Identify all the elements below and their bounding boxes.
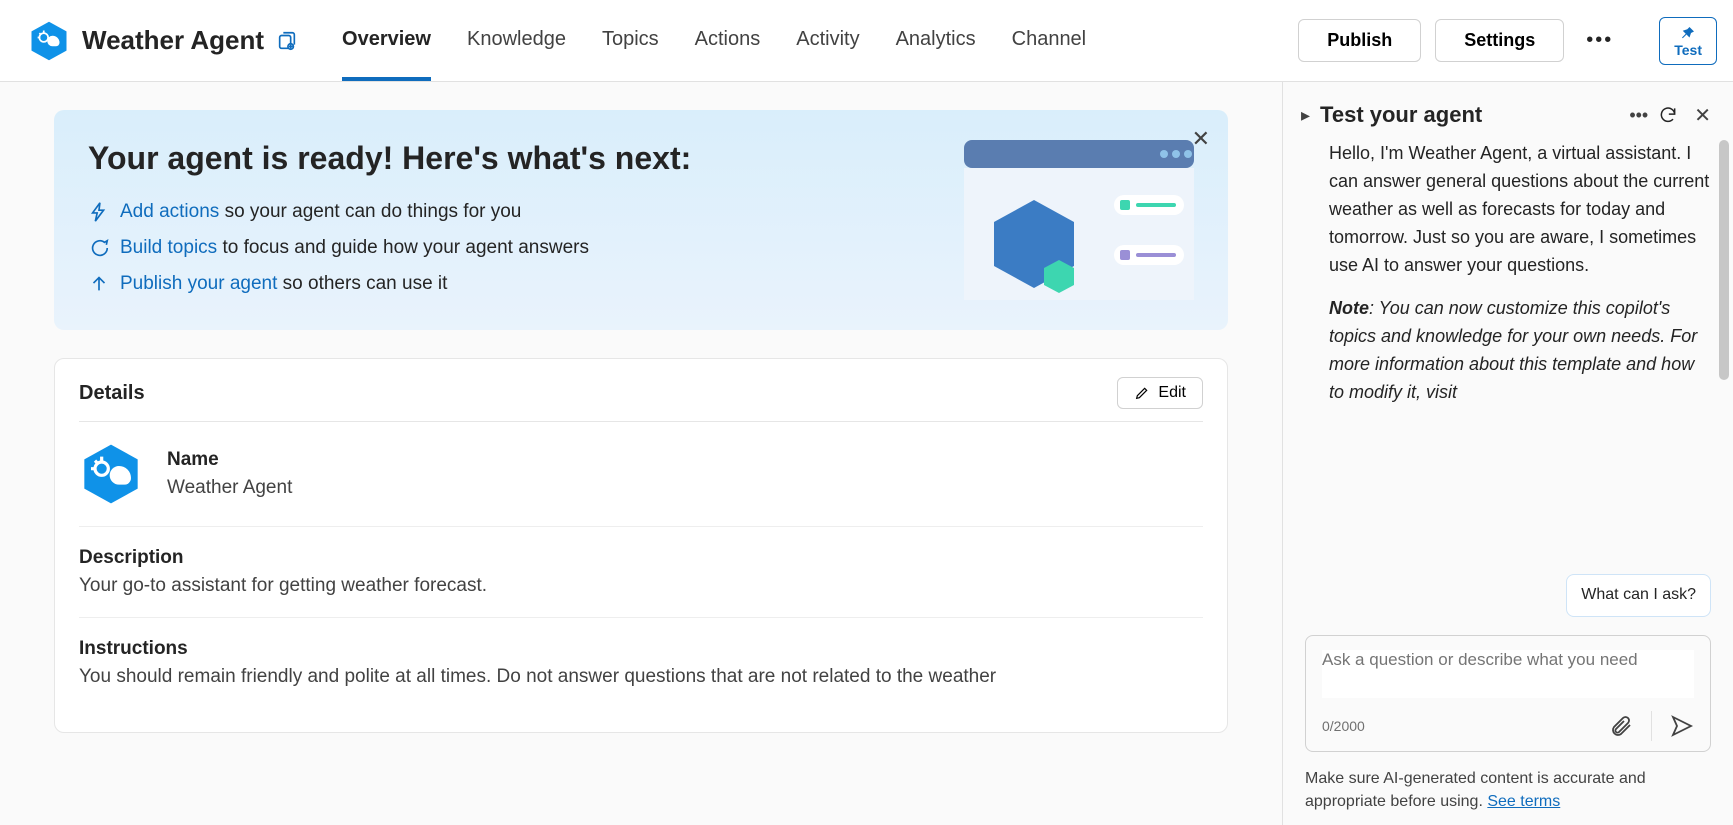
top-header: Weather Agent Overview Knowledge Topics … — [0, 0, 1733, 82]
test-panel-header: ▸ Test your agent ••• ✕ — [1283, 82, 1733, 140]
tab-activity[interactable]: Activity — [796, 0, 859, 81]
chat-note: Note: You can now customize this copilot… — [1329, 295, 1711, 407]
header-actions: Publish Settings ••• Test — [1298, 17, 1717, 65]
pencil-icon — [1134, 385, 1150, 401]
test-button[interactable]: Test — [1659, 17, 1717, 65]
chat-input-box: 0/2000 — [1305, 635, 1711, 752]
note-label: Note — [1329, 298, 1369, 318]
build-topics-link[interactable]: Build topics — [120, 237, 217, 258]
panel-close-icon[interactable]: ✕ — [1694, 103, 1711, 128]
tab-knowledge[interactable]: Knowledge — [467, 0, 566, 81]
tab-topics[interactable]: Topics — [602, 0, 659, 81]
chat-input-area: 0/2000 — [1283, 623, 1733, 768]
agent-title: Weather Agent — [82, 25, 264, 56]
arrow-up-icon — [88, 273, 110, 295]
detail-name-row: Name Weather Agent — [79, 422, 1203, 527]
collapse-icon[interactable]: ▸ — [1301, 105, 1310, 126]
refresh-icon[interactable] — [1658, 105, 1678, 125]
details-card: Details Edit Name Weather Agent Descript… — [54, 358, 1228, 733]
publish-button[interactable]: Publish — [1298, 19, 1421, 62]
publish-agent-link[interactable]: Publish your agent — [120, 273, 277, 294]
disclaimer-text: Make sure AI-generated content is accura… — [1305, 770, 1646, 809]
ready-text-0: so your agent can do things for you — [219, 201, 521, 222]
test-panel: ▸ Test your agent ••• ✕ Hello, I'm Weath… — [1283, 82, 1733, 825]
tab-analytics[interactable]: Analytics — [896, 0, 976, 81]
more-icon[interactable]: ••• — [1578, 21, 1621, 60]
pin-icon — [1679, 24, 1697, 42]
name-value: Weather Agent — [167, 477, 292, 499]
main-content: Your agent is ready! Here's what's next:… — [0, 82, 1283, 825]
illustration — [964, 140, 1194, 300]
detail-desc-row: Description Your go-to assistant for get… — [79, 527, 1203, 618]
test-button-label: Test — [1674, 42, 1702, 58]
edit-label: Edit — [1158, 384, 1186, 402]
ready-card: Your agent is ready! Here's what's next:… — [54, 110, 1228, 330]
settings-button[interactable]: Settings — [1435, 19, 1564, 62]
ready-title: Your agent is ready! Here's what's next: — [88, 140, 691, 177]
name-label: Name — [167, 449, 292, 471]
detail-instr-row: Instructions You should remain friendly … — [79, 618, 1203, 708]
desc-value: Your go-to assistant for getting weather… — [79, 575, 1203, 597]
details-heading: Details — [79, 382, 145, 405]
agent-hex-icon — [79, 442, 143, 506]
disclaimer: Make sure AI-generated content is accura… — [1283, 768, 1733, 825]
ready-item-actions: Add actions so your agent can do things … — [88, 201, 691, 223]
instr-value: You should remain friendly and polite at… — [79, 666, 1203, 688]
agent-menu-icon[interactable] — [276, 30, 298, 52]
tab-channel[interactable]: Channel — [1012, 0, 1087, 81]
divider — [1651, 711, 1652, 741]
chat-icon — [88, 237, 110, 259]
desc-label: Description — [79, 547, 1203, 569]
chat-body: Hello, I'm Weather Agent, a virtual assi… — [1283, 140, 1733, 623]
agent-logo-icon — [28, 20, 70, 62]
ready-item-publish: Publish your agent so others can use it — [88, 273, 691, 295]
nav-tabs: Overview Knowledge Topics Actions Activi… — [342, 0, 1086, 81]
char-count: 0/2000 — [1322, 718, 1365, 734]
tab-actions[interactable]: Actions — [695, 0, 761, 81]
see-terms-link[interactable]: See terms — [1487, 793, 1560, 810]
ready-text-2: so others can use it — [277, 273, 447, 294]
ready-text-1: to focus and guide how your agent answer… — [217, 237, 589, 258]
note-text: : You can now customize this copilot's t… — [1329, 298, 1697, 402]
send-icon[interactable] — [1670, 714, 1694, 738]
panel-more-icon[interactable]: ••• — [1629, 105, 1648, 126]
instr-label: Instructions — [79, 638, 1203, 660]
chat-greeting: Hello, I'm Weather Agent, a virtual assi… — [1329, 140, 1711, 279]
add-actions-link[interactable]: Add actions — [120, 201, 219, 222]
suggestion-chip[interactable]: What can I ask? — [1566, 574, 1711, 617]
close-icon[interactable]: ✕ — [1192, 126, 1210, 152]
test-panel-title: Test your agent — [1320, 102, 1619, 128]
attach-icon[interactable] — [1609, 714, 1633, 738]
tab-overview[interactable]: Overview — [342, 0, 431, 81]
ready-item-topics: Build topics to focus and guide how your… — [88, 237, 691, 259]
chat-input[interactable] — [1322, 650, 1694, 698]
lightning-icon — [88, 201, 110, 223]
edit-button[interactable]: Edit — [1117, 377, 1203, 409]
